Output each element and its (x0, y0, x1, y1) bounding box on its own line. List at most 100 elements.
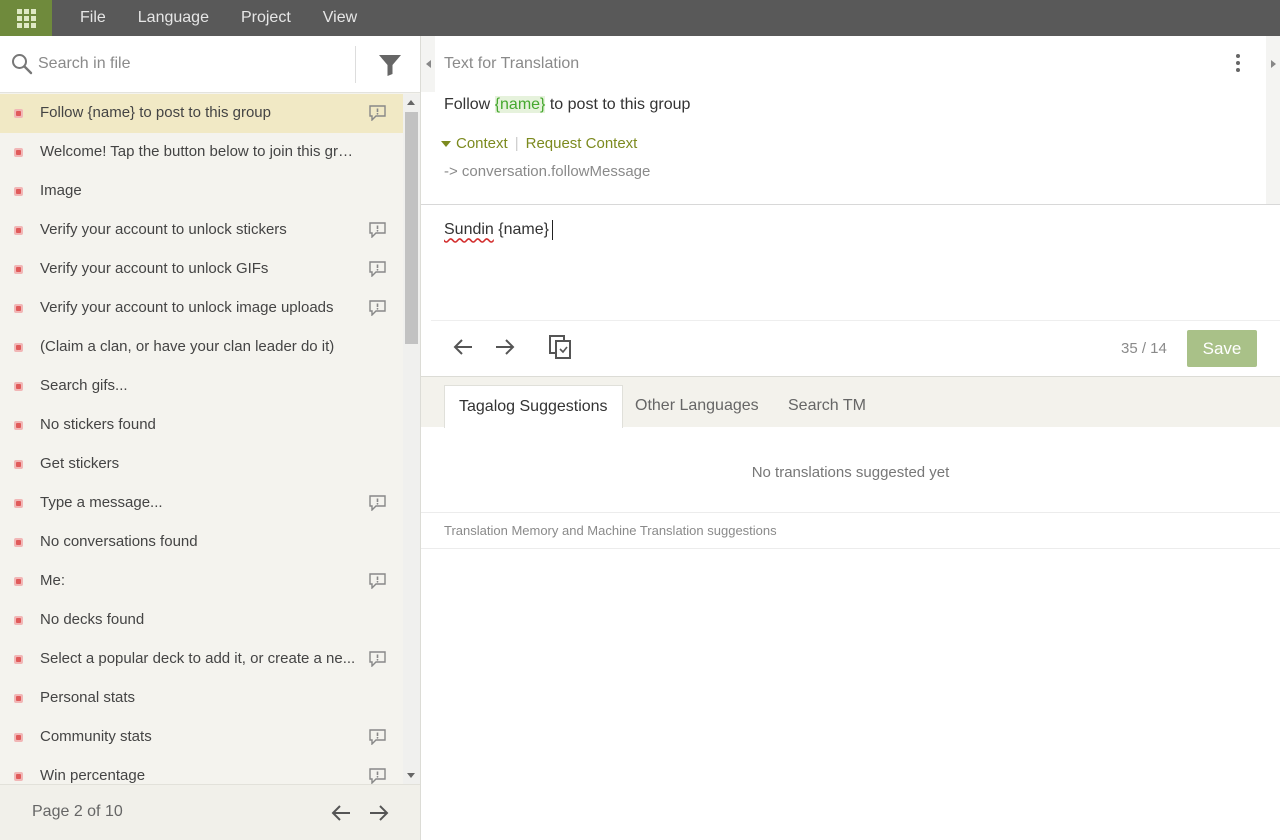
source-placeholder[interactable]: {name} (494, 96, 546, 113)
comment-icon (369, 768, 386, 784)
search-icon (12, 54, 33, 75)
source-scrollbar[interactable] (1266, 92, 1280, 204)
list-item-text: No decks found (40, 611, 145, 628)
source-section-title: Text for Translation (444, 55, 580, 72)
editor-toolbar: 35 / 14 Save (421, 321, 1280, 376)
menu-language[interactable]: Language (122, 0, 225, 36)
list-item-text: No conversations found (40, 533, 198, 550)
list-item[interactable]: Community stats (0, 718, 403, 757)
missing-status-icon (14, 655, 23, 664)
list-item-text: (Claim a clan, or have your clan leader … (40, 338, 335, 355)
missing-status-icon (14, 460, 23, 469)
scroll-thumb[interactable] (405, 112, 418, 344)
suggestions-footer-note: Translation Memory and Machine Translati… (444, 523, 777, 538)
suggestions-divider (421, 512, 1280, 513)
list-item[interactable]: Get stickers (0, 445, 403, 484)
list-item-text: Select a popular deck to add it, or crea… (40, 650, 356, 667)
previous-string-arrow-icon[interactable] (452, 336, 474, 358)
list-item[interactable]: Me: (0, 562, 403, 601)
context-row: Context | Request Context (441, 135, 637, 152)
list-item[interactable]: No decks found (0, 601, 403, 640)
expand-triangle-icon[interactable] (441, 140, 451, 147)
scroll-down-arrow-icon[interactable] (407, 773, 415, 778)
list-item-text: Get stickers (40, 455, 120, 472)
source-divider (421, 204, 1280, 205)
missing-status-icon (14, 382, 23, 391)
list-item-text: Type a message... (40, 494, 163, 511)
menu-file[interactable]: File (64, 0, 122, 36)
list-item[interactable]: Personal stats (0, 679, 403, 718)
next-page-arrow-icon[interactable] (368, 803, 390, 823)
misspelled-word: Sundin (444, 221, 494, 239)
list-item-text: Search gifs... (40, 377, 128, 394)
list-item[interactable]: No stickers found (0, 406, 403, 445)
list-item[interactable]: No conversations found (0, 523, 403, 562)
comment-icon (369, 300, 386, 316)
text-caret (551, 220, 553, 240)
list-item[interactable]: Verify your account to unlock stickers (0, 211, 403, 250)
comment-icon (369, 573, 386, 589)
list-item[interactable]: Image (0, 172, 403, 211)
comment-icon (369, 495, 386, 511)
comment-icon (369, 729, 386, 745)
list-item[interactable]: Welcome! Tap the button below to join th… (0, 133, 403, 172)
more-options-icon[interactable] (1233, 54, 1243, 76)
tab-search-tm[interactable]: Search TM (774, 385, 880, 428)
missing-status-icon (14, 577, 23, 586)
source-text-after: to post to this group (545, 96, 691, 113)
list-item[interactable]: Type a message... (0, 484, 403, 523)
missing-status-icon (14, 694, 23, 703)
suggestion-tabs: Tagalog Suggestions Other Languages Sear… (421, 376, 1280, 428)
source-string: Follow {name} to post to this group (444, 96, 690, 114)
missing-status-icon (14, 109, 23, 118)
list-scrollbar[interactable] (403, 94, 420, 784)
filter-icon[interactable] (378, 53, 402, 77)
list-item-text: Verify your account to unlock image uplo… (40, 299, 334, 316)
comment-icon (369, 651, 386, 667)
missing-status-icon (14, 265, 23, 274)
list-item[interactable]: Win percentage (0, 757, 403, 784)
list-item[interactable]: Select a popular deck to add it, or crea… (0, 640, 403, 679)
menu-view[interactable]: View (307, 0, 373, 36)
scroll-up-arrow-icon[interactable] (407, 100, 415, 105)
translation-text[interactable]: Sundin {name} (444, 220, 553, 240)
missing-status-icon (14, 772, 23, 781)
search-bar (0, 36, 420, 93)
menu-project[interactable]: Project (225, 0, 307, 36)
tab-other-languages[interactable]: Other Languages (621, 385, 773, 428)
collapse-right-panel-button[interactable] (1266, 36, 1280, 92)
tab-tagalog-suggestions[interactable]: Tagalog Suggestions (444, 385, 623, 428)
request-context-link[interactable]: Request Context (526, 135, 638, 152)
previous-page-arrow-icon[interactable] (330, 803, 352, 823)
next-string-arrow-icon[interactable] (494, 336, 516, 358)
apps-grid-icon (16, 8, 36, 28)
search-input[interactable] (38, 50, 348, 78)
collapse-left-panel-button[interactable] (421, 36, 435, 92)
comment-icon (369, 222, 386, 238)
save-button[interactable]: Save (1187, 330, 1257, 367)
list-item-text: Image (40, 182, 82, 199)
list-item[interactable]: Search gifs... (0, 367, 403, 406)
comment-icon (369, 105, 386, 121)
translation-editor[interactable] (431, 206, 1279, 318)
footer-divider (421, 548, 1280, 549)
source-text-before: Follow (444, 96, 495, 113)
missing-status-icon (14, 733, 23, 742)
list-item-text: Community stats (40, 728, 152, 745)
main-menu: File Language Project View (64, 0, 373, 36)
missing-status-icon (14, 538, 23, 547)
list-item-text: No stickers found (40, 416, 156, 433)
list-item[interactable]: Verify your account to unlock GIFs (0, 250, 403, 289)
list-item-text: Win percentage (40, 767, 146, 784)
context-toggle[interactable]: Context (456, 135, 508, 152)
list-item[interactable]: Follow {name} to post to this group (0, 94, 403, 133)
entity-list-panel: Follow {name} to post to this group Welco… (0, 36, 421, 840)
copy-source-icon[interactable] (548, 334, 572, 360)
top-bar: File Language Project View (0, 0, 1280, 36)
string-key-path: -> conversation.followMessage (444, 163, 651, 180)
pager: Page 2 of 10 (0, 784, 420, 840)
list-item[interactable]: (Claim a clan, or have your clan leader … (0, 328, 403, 367)
translation-text-rest: {name} (493, 221, 549, 239)
list-item[interactable]: Verify your account to unlock image uplo… (0, 289, 403, 328)
apps-grid-button[interactable] (0, 0, 52, 36)
